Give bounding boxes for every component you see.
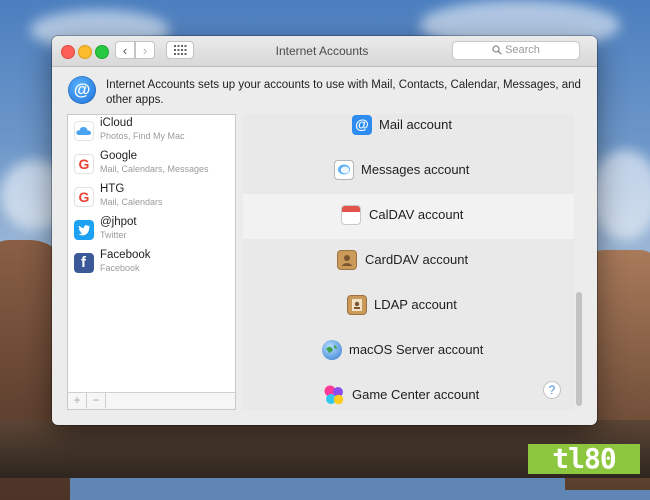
service-label: macOS Server account [349, 342, 484, 357]
at-sign-icon: @ [68, 76, 96, 104]
account-item-htg[interactable]: G HTG Mail, Calendars [68, 181, 235, 213]
service-item-macos-server[interactable]: macOS Server account [243, 329, 574, 374]
pane-description: Internet Accounts sets up your accounts … [106, 79, 581, 106]
twitter-icon [74, 220, 94, 240]
service-item-carddav[interactable]: CardDAV account [243, 239, 574, 284]
site-watermark: tl80 [528, 444, 640, 474]
back-button[interactable]: ‹ [115, 41, 135, 59]
google-icon: G [74, 154, 94, 174]
account-name: @jhpot [100, 216, 137, 228]
account-name: Facebook [100, 249, 151, 261]
account-item-google[interactable]: G Google Mail, Calendars, Messages [68, 148, 235, 180]
account-type-list: @ Mail account Messages account CalDAV a… [243, 114, 574, 410]
window-title: Internet Accounts [275, 44, 369, 58]
service-item-messages[interactable]: Messages account [243, 149, 574, 194]
service-label: Mail account [379, 117, 452, 132]
calendar-icon [341, 205, 361, 225]
account-item-facebook[interactable]: f Facebook Facebook [68, 247, 235, 279]
account-detail: Photos, Find My Mac [100, 131, 185, 141]
service-label: Messages account [361, 162, 470, 177]
help-button[interactable]: ? [543, 381, 561, 399]
service-label: CardDAV account [365, 252, 469, 267]
icloud-icon [74, 121, 94, 141]
messages-icon [334, 160, 354, 180]
account-detail: Facebook [100, 263, 140, 273]
add-account-button[interactable]: + [68, 393, 87, 408]
service-item-mail[interactable]: @ Mail account [243, 114, 574, 149]
directory-icon [347, 295, 367, 315]
facebook-icon: f [74, 253, 94, 273]
account-name: Google [100, 150, 138, 162]
close-window-button[interactable] [61, 45, 75, 59]
google-icon: G [74, 187, 94, 207]
account-list: iCloud Photos, Find My Mac G Google Mail… [67, 114, 236, 410]
title-bar: ‹ › Internet Accounts Search [52, 36, 597, 67]
service-label: Game Center account [352, 387, 480, 402]
account-list-footer: + − [68, 392, 235, 409]
search-field[interactable]: Search [452, 41, 580, 60]
account-name: iCloud [100, 117, 133, 129]
mail-icon: @ [352, 115, 372, 135]
service-label: LDAP account [374, 297, 457, 312]
scrollbar[interactable] [575, 114, 583, 410]
game-center-icon [322, 383, 346, 407]
account-item-icloud[interactable]: iCloud Photos, Find My Mac [68, 115, 235, 147]
chevron-right-icon: › [142, 43, 148, 58]
contacts-icon [337, 250, 357, 270]
search-icon [492, 45, 502, 55]
service-item-caldav[interactable]: CalDAV account [243, 194, 574, 239]
chevron-left-icon: ‹ [122, 43, 128, 58]
service-item-game-center[interactable]: Game Center account [243, 374, 574, 410]
internet-accounts-window: ‹ › Internet Accounts Search @ Internet … [52, 36, 597, 425]
search-placeholder: Search [505, 44, 540, 56]
account-item-twitter[interactable]: @jhpot Twitter [68, 214, 235, 246]
server-globe-icon [322, 340, 342, 360]
account-name: HTG [100, 183, 125, 195]
minimize-window-button[interactable] [78, 45, 92, 59]
service-label: CalDAV account [369, 207, 464, 222]
service-item-ldap[interactable]: LDAP account [243, 284, 574, 329]
grid-icon [174, 45, 187, 55]
account-detail: Twitter [100, 230, 127, 240]
forward-button[interactable]: › [135, 41, 155, 59]
remove-account-button[interactable]: − [87, 393, 106, 408]
scrollbar-thumb[interactable] [576, 292, 582, 406]
show-all-button[interactable] [166, 41, 194, 59]
zoom-window-button[interactable] [95, 45, 109, 59]
account-detail: Mail, Calendars [100, 197, 163, 207]
account-detail: Mail, Calendars, Messages [100, 164, 209, 174]
